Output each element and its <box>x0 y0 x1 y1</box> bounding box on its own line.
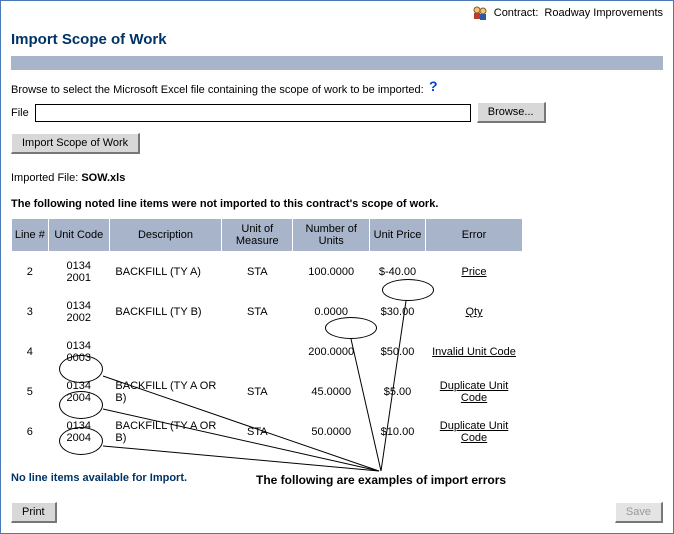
cell-line: 3 <box>12 292 49 332</box>
imported-file-name: SOW.xls <box>81 172 125 184</box>
error-link[interactable]: Price <box>461 266 486 278</box>
cell-unitcode: 01342001 <box>48 252 109 293</box>
error-link[interactable]: Duplicate Unit Code <box>440 420 508 444</box>
instruction-text-content: Browse to select the Microsoft Excel fil… <box>11 84 424 96</box>
col-num: Number of Units <box>293 219 369 252</box>
bottom-button-row: Print Save <box>11 502 663 523</box>
table-row: 401340003 200.0000$50.00 Invalid Unit Code <box>12 332 523 372</box>
cell-price: $10.00 <box>369 412 425 452</box>
import-scope-button[interactable]: Import Scope of Work <box>11 133 140 154</box>
cell-unitcode: 01342004 <box>48 372 109 412</box>
imported-file-prefix: Imported File: <box>11 172 78 184</box>
no-items-message: No line items available for Import. <box>11 472 663 484</box>
cell-error: Invalid Unit Code <box>426 332 523 372</box>
cell-desc: BACKFILL (TY B) <box>109 292 221 332</box>
table-row: 501342004BACKFILL (TY A OR B)STA45.0000$… <box>12 372 523 412</box>
cell-line: 4 <box>12 332 49 372</box>
cell-line: 6 <box>12 412 49 452</box>
cell-unitcode: 01342002 <box>48 292 109 332</box>
cell-line: 2 <box>12 252 49 293</box>
cell-num: 0.0000 <box>293 292 369 332</box>
cell-uom: STA <box>222 252 293 293</box>
col-error: Error <box>426 219 523 252</box>
col-unitcode: Unit Code <box>48 219 109 252</box>
table-row: 301342002BACKFILL (TY B)STA0.0000$30.00 Q… <box>12 292 523 332</box>
page-title: Import Scope of Work <box>11 31 663 48</box>
file-input[interactable] <box>35 104 471 122</box>
cell-price: $-40.00 <box>369 252 425 293</box>
app-frame: Contract: Roadway Improvements Import Sc… <box>0 0 674 534</box>
instruction-text: Browse to select the Microsoft Excel fil… <box>11 84 663 96</box>
col-line: Line # <box>12 219 49 252</box>
error-link[interactable]: Qty <box>465 306 482 318</box>
help-icon[interactable]: ? <box>429 78 438 94</box>
col-uom: Unit of Measure <box>222 219 293 252</box>
print-button[interactable]: Print <box>11 502 57 523</box>
not-imported-heading: The following noted line items were not … <box>11 198 663 210</box>
cell-num: 45.0000 <box>293 372 369 412</box>
cell-desc: BACKFILL (TY A OR B) <box>109 412 221 452</box>
error-link[interactable]: Invalid Unit Code <box>432 346 516 358</box>
contract-label: Contract: <box>494 7 539 19</box>
file-label: File <box>11 107 29 119</box>
error-table: Line # Unit Code Description Unit of Mea… <box>11 218 523 452</box>
cell-price: $5.00 <box>369 372 425 412</box>
cell-uom: STA <box>222 412 293 452</box>
cell-uom <box>222 332 293 372</box>
cell-error: Qty <box>426 292 523 332</box>
cell-error: Duplicate Unit Code <box>426 412 523 452</box>
cell-unitcode: 01342004 <box>48 412 109 452</box>
cell-desc: BACKFILL (TY A OR B) <box>109 372 221 412</box>
save-button: Save <box>615 502 663 523</box>
col-price: Unit Price <box>369 219 425 252</box>
browse-button[interactable]: Browse... <box>477 102 546 123</box>
cell-num: 50.0000 <box>293 412 369 452</box>
cell-num: 100.0000 <box>293 252 369 293</box>
divider-bar <box>11 56 663 70</box>
cell-desc: BACKFILL (TY A) <box>109 252 221 293</box>
file-row: File Browse... <box>11 102 663 123</box>
cell-desc <box>109 332 221 372</box>
cell-line: 5 <box>12 372 49 412</box>
cell-uom: STA <box>222 372 293 412</box>
contract-icon <box>472 5 488 21</box>
cell-uom: STA <box>222 292 293 332</box>
cell-num: 200.0000 <box>293 332 369 372</box>
imported-file-line: Imported File: SOW.xls <box>11 172 663 184</box>
cell-error: Duplicate Unit Code <box>426 372 523 412</box>
table-row: 201342001BACKFILL (TY A)STA100.0000$-40.… <box>12 252 523 293</box>
contract-name: Roadway Improvements <box>544 7 663 19</box>
cell-unitcode: 01340003 <box>48 332 109 372</box>
cell-error: Price <box>426 252 523 293</box>
cell-price: $30.00 <box>369 292 425 332</box>
cell-price: $50.00 <box>369 332 425 372</box>
error-link[interactable]: Duplicate Unit Code <box>440 380 508 404</box>
contract-info: Contract: Roadway Improvements <box>472 5 663 21</box>
col-desc: Description <box>109 219 221 252</box>
table-row: 601342004BACKFILL (TY A OR B)STA50.0000$… <box>12 412 523 452</box>
